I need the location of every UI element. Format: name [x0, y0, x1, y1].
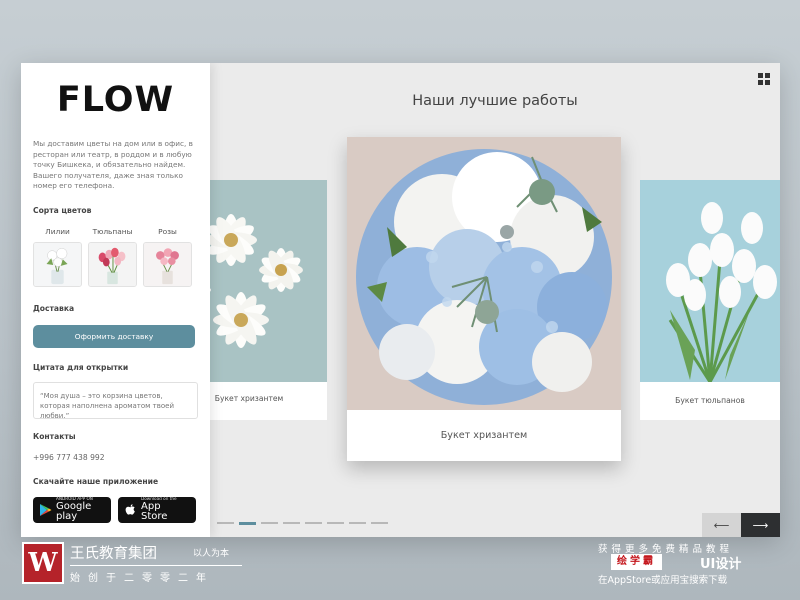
watermark-slogan: 以人为本 [193, 549, 230, 559]
tulips-thumbnail [88, 241, 137, 287]
app-store-button[interactable]: Download on the App Store [118, 496, 196, 523]
quote-title: Цитата для открытки [33, 362, 129, 372]
roses-thumbnail [143, 241, 192, 287]
google-play-icon [40, 503, 52, 516]
app-store-label: App Store [141, 500, 168, 522]
app-window: FLOW Мы доставим цветы на дом или в офис… [21, 63, 780, 537]
watermark-brand: 绘学霸 [611, 554, 662, 570]
page-title: Наши лучшие работы [412, 93, 578, 109]
flower-kinds-title: Сорта цветов [33, 205, 92, 215]
gallery-card-center[interactable]: Букет хризантем [347, 137, 621, 461]
kind-tulips[interactable]: Тюльпаны [88, 227, 137, 287]
next-arrow-button[interactable]: ⟶ [741, 513, 780, 537]
pagination-dot[interactable] [305, 522, 322, 524]
card-caption: Букет тюльпанов [675, 396, 745, 405]
watermark-ui-design: UI设计 [700, 557, 742, 572]
pagination-dot[interactable] [371, 522, 388, 524]
hydrangea-bouquet-photo [347, 137, 621, 410]
google-play-label: Google play [56, 500, 92, 522]
order-delivery-button[interactable]: Оформить доставку [33, 324, 195, 348]
pagination-dot[interactable] [349, 522, 366, 524]
app-download-title: Скачайте наше приложение [33, 476, 159, 486]
contacts-title: Контакты [33, 431, 76, 441]
phone-number[interactable]: +996 777 438 992 [33, 453, 198, 462]
pagination-dot[interactable] [283, 522, 300, 524]
prev-arrow-button[interactable]: ⟵ [702, 513, 741, 537]
about-text: Мы доставим цветы на дом или в офис, в р… [33, 139, 193, 190]
sidebar: FLOW Мы доставим цветы на дом или в офис… [21, 63, 210, 537]
pagination-dot[interactable] [327, 522, 344, 524]
watermark-divider [70, 565, 242, 566]
apple-icon [125, 503, 135, 515]
pagination-dot[interactable] [239, 521, 256, 525]
quote-text[interactable]: “Моя душа – это корзина цветов, которая … [33, 381, 198, 420]
kind-lilies[interactable]: Лилии [33, 227, 82, 287]
google-play-button[interactable]: ANDROID APP ON Google play [33, 496, 111, 523]
store-badges: ANDROID APP ON Google play Download on t… [33, 496, 198, 523]
flower-kinds: Лилии Тюльпаны Розы [33, 227, 198, 287]
watermark-company-name: 王氏教育集团 [70, 546, 157, 562]
slider-pagination [217, 521, 388, 525]
grid-menu-icon[interactable] [758, 73, 770, 85]
watermark-download-text: 在AppStore或应用宝搜索下载 [598, 575, 728, 586]
card-caption: Букет хризантем [440, 430, 528, 441]
kind-label: Лилии [45, 226, 70, 236]
delivery-title: Доставка [33, 303, 75, 313]
watermark-logo: W [22, 542, 64, 584]
lilies-thumbnail [33, 241, 82, 287]
kind-roses[interactable]: Розы [143, 227, 192, 287]
brand-logo[interactable]: FLOW [33, 79, 198, 121]
watermark-motto: 始创于二零零二年 [70, 573, 214, 584]
pagination-dot[interactable] [217, 522, 234, 524]
kind-label: Розы [158, 226, 177, 236]
pagination-dot[interactable] [261, 522, 278, 524]
gallery-card-right[interactable]: Букет тюльпанов [640, 180, 780, 420]
tulips-bouquet-photo [640, 180, 780, 382]
kind-label: Тюльпаны [92, 226, 133, 236]
